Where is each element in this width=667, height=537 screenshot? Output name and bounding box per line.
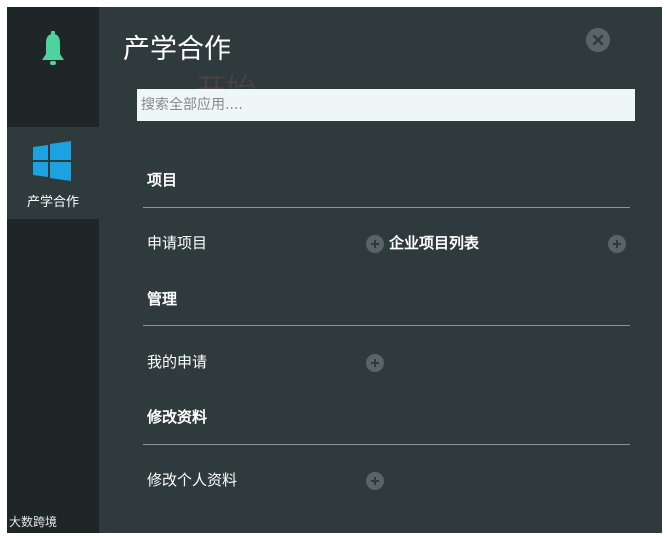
plus-icon xyxy=(613,240,621,248)
divider xyxy=(143,444,630,445)
enterprise-project-list-link[interactable]: 企业项目列表 xyxy=(389,232,479,253)
search-input[interactable] xyxy=(137,89,635,121)
sidebar: 产学合作 大数跨境 xyxy=(7,7,99,533)
bell-icon xyxy=(42,31,64,65)
plus-icon xyxy=(371,359,379,367)
nav-item-industry-cooperation[interactable]: 产学合作 xyxy=(7,127,99,219)
add-edit-personal-profile-button[interactable] xyxy=(366,472,384,490)
divider xyxy=(143,325,630,326)
plus-icon xyxy=(371,477,379,485)
notifications-button[interactable] xyxy=(7,7,99,89)
add-apply-project-button[interactable] xyxy=(366,235,384,253)
edit-personal-profile-link[interactable]: 修改个人资料 xyxy=(147,469,237,490)
main-panel: 产学合作 开始 项目 申请项目 企业项目列表 管理 我的申请 修改资料 修改个人… xyxy=(99,7,662,533)
divider xyxy=(143,207,630,208)
apply-project-link[interactable]: 申请项目 xyxy=(147,232,207,253)
section-title-management: 管理 xyxy=(147,290,178,308)
add-enterprise-project-list-button[interactable] xyxy=(608,235,626,253)
my-applications-link[interactable]: 我的申请 xyxy=(147,351,207,372)
close-icon xyxy=(592,34,604,46)
section-title-edit-profile: 修改资料 xyxy=(147,408,208,426)
app-window: 产学合作 大数跨境 产学合作 开始 项目 申请项目 企业项目列表 管理 我的申请 xyxy=(7,7,662,533)
plus-icon xyxy=(371,240,379,248)
section-title-projects: 项目 xyxy=(147,171,178,189)
add-my-applications-button[interactable] xyxy=(366,354,384,372)
windows-logo-icon xyxy=(33,141,71,181)
watermark-logo: 大数跨境 xyxy=(9,515,58,529)
close-button[interactable] xyxy=(586,28,610,52)
nav-item-label: 产学合作 xyxy=(26,195,79,210)
page-title: 产学合作 xyxy=(123,34,231,65)
